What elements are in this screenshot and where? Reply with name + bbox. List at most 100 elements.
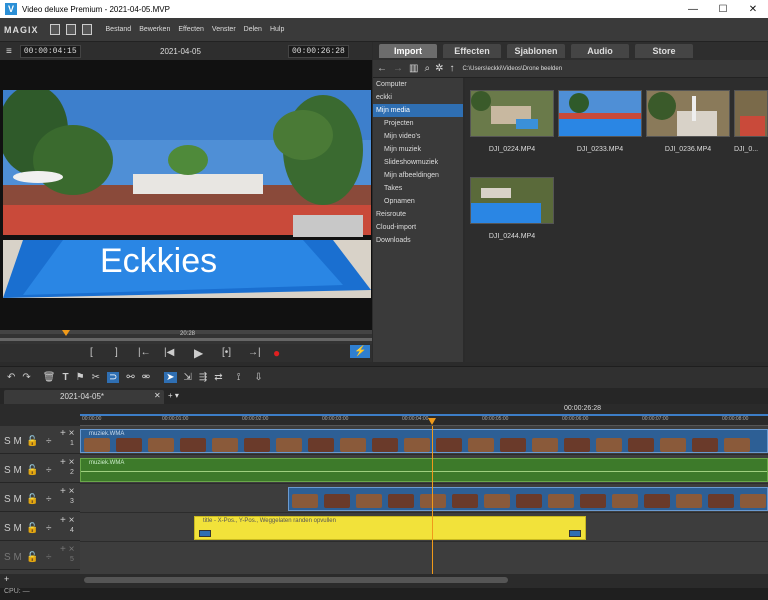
track-options-icon[interactable]: ÷	[46, 436, 52, 447]
redo-icon[interactable]: ↷	[22, 372, 30, 383]
scroll-thumb[interactable]	[84, 577, 508, 583]
lock-icon[interactable]: 🔓	[26, 465, 38, 476]
split-tool-icon[interactable]: ⟟	[237, 372, 241, 383]
tab-effecten[interactable]: Effecten	[443, 44, 501, 58]
save-icon[interactable]	[81, 24, 92, 35]
video-clip[interactable]: muziek.WMA	[80, 429, 768, 453]
track-solo-mute[interactable]: S M	[4, 436, 22, 447]
title-clip[interactable]: title - X-Pos., Y-Pos., Weggelaten rande…	[194, 516, 586, 540]
media-thumbnail[interactable]	[558, 90, 642, 137]
close-icon[interactable]: ✕	[738, 0, 768, 18]
lock-icon[interactable]: 🔓	[26, 552, 38, 563]
tree-item-mijn-videos[interactable]: Mijn video's	[373, 130, 463, 143]
cut-icon[interactable]: ✂	[92, 372, 100, 383]
record-button[interactable]: ●	[273, 346, 280, 360]
previous-frame-button[interactable]: |◀	[164, 347, 174, 358]
pointer-tool-icon[interactable]: ➤	[164, 372, 177, 383]
undo-icon[interactable]: ↶	[7, 372, 15, 383]
menu-effecten[interactable]: Effecten	[178, 26, 204, 33]
tree-item-mijn-media[interactable]: Mijn media	[373, 104, 463, 117]
tab-audio[interactable]: Audio	[571, 44, 629, 58]
folder-up-icon[interactable]: ↑	[449, 63, 454, 74]
menu-delen[interactable]: Delen	[244, 26, 262, 33]
tree-item-takes[interactable]: Takes	[373, 182, 463, 195]
fade-out-handle-icon[interactable]	[569, 530, 581, 537]
tree-item-mijn-afbeeldingen[interactable]: Mijn afbeeldingen	[373, 169, 463, 182]
timeline-ruler[interactable]: 00:00:26:28 00:00:00 00:00:01:00 00:00:02:…	[80, 404, 768, 426]
play-button[interactable]: ▶	[194, 346, 203, 360]
library-icon[interactable]: ▥	[409, 63, 418, 74]
scrub-handle-icon[interactable]	[62, 330, 70, 336]
gear-icon[interactable]: ✲	[435, 63, 443, 74]
link-icon[interactable]: ⚯	[126, 372, 134, 383]
tab-store[interactable]: Store	[635, 44, 693, 58]
lock-icon[interactable]: 🔓	[26, 523, 38, 534]
snap-magnet-icon[interactable]: ⊃	[106, 372, 120, 383]
go-to-start-button[interactable]: |←	[138, 347, 151, 358]
zoom-in-icon[interactable]: +	[4, 574, 9, 584]
hamburger-icon[interactable]: ≡	[6, 46, 12, 57]
playhead[interactable]	[432, 426, 433, 574]
tree-item-reisroute[interactable]: Reisroute	[373, 208, 463, 221]
unlink-icon[interactable]: ⚮	[142, 372, 150, 383]
preview-scrubber[interactable]: 20:28	[0, 330, 372, 344]
tree-item-computer[interactable]: Computer	[373, 78, 463, 91]
stretch-tool-icon[interactable]: ⇄	[214, 372, 222, 383]
tree-item-opnamen[interactable]: Opnamen	[373, 195, 463, 208]
set-out-button[interactable]: ]	[115, 347, 118, 358]
title-text-icon[interactable]: T	[62, 372, 68, 383]
track-solo-mute[interactable]: S M	[4, 523, 22, 534]
media-thumbnail[interactable]	[470, 90, 554, 137]
tree-item-projecten[interactable]: Projecten	[373, 117, 463, 130]
add-track-icon[interactable]: + ×	[60, 428, 74, 439]
lock-icon[interactable]: 🔓	[26, 494, 38, 505]
media-thumbnail[interactable]	[646, 90, 730, 137]
menu-venster[interactable]: Venster	[212, 26, 236, 33]
track-options-icon[interactable]: ÷	[46, 494, 52, 505]
add-track-icon[interactable]: + ×	[60, 544, 74, 555]
tree-item-cloud-import[interactable]: Cloud-import	[373, 221, 463, 234]
close-tab-icon[interactable]: ✕	[154, 391, 161, 400]
export-icon[interactable]: ⇩	[254, 372, 262, 383]
track-solo-mute[interactable]: S M	[4, 552, 22, 563]
tree-item-eckki[interactable]: eckki	[373, 91, 463, 104]
menu-bewerken[interactable]: Bewerken	[139, 26, 170, 33]
add-track-icon[interactable]: + ×	[60, 515, 74, 526]
track-options-icon[interactable]: ÷	[46, 465, 52, 476]
timeline-scrollbar[interactable]: +	[0, 574, 768, 586]
video-clip[interactable]	[288, 487, 768, 511]
playhead-marker-icon[interactable]	[428, 418, 436, 425]
add-track-icon[interactable]: + ×	[60, 457, 74, 468]
forward-icon[interactable]: →	[393, 63, 403, 74]
tree-item-downloads[interactable]: Downloads	[373, 234, 463, 247]
menu-hulp[interactable]: Hulp	[270, 26, 284, 33]
set-in-button[interactable]: [	[90, 347, 93, 358]
lock-icon[interactable]: 🔓	[26, 436, 38, 447]
maximize-icon[interactable]: ☐	[708, 0, 738, 18]
back-icon[interactable]: ←	[377, 63, 387, 74]
multi-track-tool-icon[interactable]: ⇶	[199, 372, 207, 383]
search-icon[interactable]: ⌕	[424, 63, 430, 74]
audio-clip[interactable]: muziek.WMA	[80, 458, 768, 482]
track-solo-mute[interactable]: S M	[4, 494, 22, 505]
quick-export-button[interactable]: ⚡	[350, 345, 371, 358]
timecode-position[interactable]: 00:00:04:15	[19, 44, 81, 58]
go-to-end-button[interactable]: →|	[248, 347, 261, 358]
new-file-icon[interactable]	[49, 24, 60, 35]
tab-sjablonen[interactable]: Sjablonen	[507, 44, 565, 58]
marker-flag-icon[interactable]: ⚑	[76, 372, 85, 383]
loop-button[interactable]: [•]	[222, 347, 231, 358]
track-options-icon[interactable]: ÷	[46, 523, 52, 534]
track-solo-mute[interactable]: S M	[4, 465, 22, 476]
project-tab[interactable]: 2021-04-05* ✕	[4, 390, 164, 404]
media-thumbnail[interactable]	[470, 177, 554, 224]
tab-import[interactable]: Import	[379, 44, 437, 58]
track-options-icon[interactable]: ÷	[46, 552, 52, 563]
tree-item-slideshowmuziek[interactable]: Slideshowmuziek	[373, 156, 463, 169]
media-thumbnail[interactable]	[734, 90, 768, 137]
range-tool-icon[interactable]: ⇲	[184, 372, 192, 383]
tree-item-mijn-muziek[interactable]: Mijn muziek	[373, 143, 463, 156]
delete-icon[interactable]: 🗑	[43, 372, 56, 383]
fade-in-handle-icon[interactable]	[199, 530, 211, 537]
menu-bestand[interactable]: Bestand	[106, 26, 132, 33]
